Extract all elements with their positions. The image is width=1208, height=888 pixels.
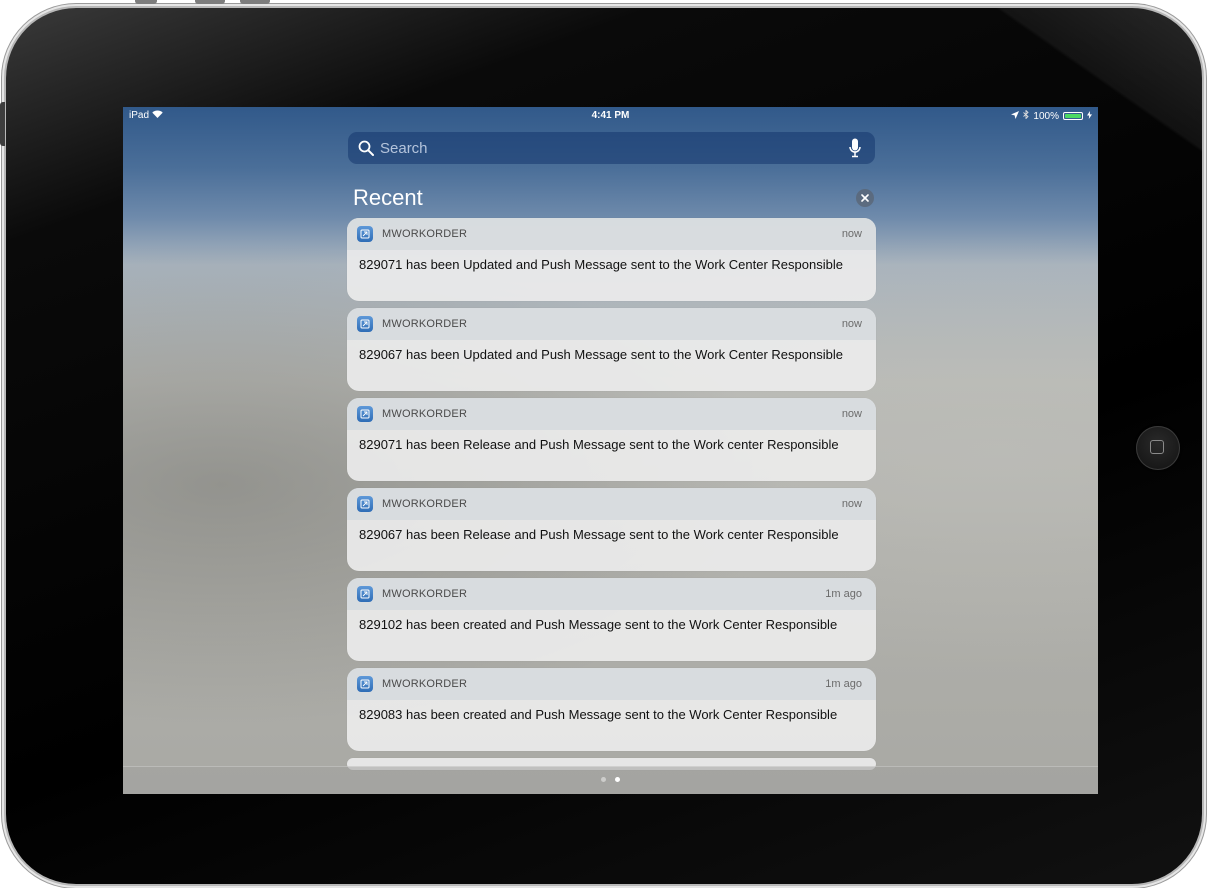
app-name: MWORKORDER — [382, 228, 468, 240]
clear-notifications-button[interactable] — [856, 189, 874, 207]
recent-section-title: Recent — [353, 185, 423, 210]
app-icon — [357, 406, 373, 422]
notification-card[interactable]: MWORKORDER now 829067 has been Release a… — [347, 488, 876, 571]
notification-message: 829083 has been created and Push Message… — [359, 707, 838, 722]
notification-time: now — [841, 318, 862, 330]
volume-button — [135, 0, 157, 4]
charging-bolt-icon — [1087, 110, 1092, 122]
notification-message: 829067 has been Updated and Push Message… — [359, 347, 843, 362]
app-icon — [357, 586, 373, 602]
status-right: 100% — [1011, 109, 1092, 122]
battery-percent: 100% — [1033, 110, 1059, 122]
app-icon — [357, 496, 373, 512]
app-name: MWORKORDER — [382, 588, 468, 600]
page-dot[interactable] — [615, 777, 620, 782]
notification-time: now — [841, 408, 862, 420]
search-input[interactable]: Search — [380, 140, 845, 157]
battery-icon — [1063, 112, 1083, 120]
notification-header: MWORKORDER 1m ago — [347, 578, 876, 610]
notification-message: 829071 has been Updated and Push Message… — [359, 257, 843, 272]
page-dots[interactable] — [123, 777, 1098, 782]
app-name: MWORKORDER — [382, 498, 468, 510]
notification-header: MWORKORDER now — [347, 488, 876, 520]
notification-header: MWORKORDER now — [347, 218, 876, 250]
notification-message: 829102 has been created and Push Message… — [359, 617, 838, 632]
bluetooth-icon — [1023, 109, 1030, 122]
app-name: MWORKORDER — [382, 408, 468, 420]
notification-card[interactable]: MWORKORDER now 829071 has been Updated a… — [347, 218, 876, 301]
notification-card[interactable]: MWORKORDER 1m ago 829102 has been create… — [347, 578, 876, 661]
notification-header: MWORKORDER now — [347, 308, 876, 340]
app-icon — [357, 226, 373, 242]
notification-message: 829071 has been Release and Push Message… — [359, 437, 839, 452]
close-icon — [861, 194, 869, 202]
battery-level — [1065, 114, 1081, 118]
notification-card[interactable]: MWORKORDER now 829071 has been Release a… — [347, 398, 876, 481]
status-bar: iPad 4:41 PM 100% — [123, 107, 1098, 125]
status-time: 4:41 PM — [591, 110, 630, 121]
notification-message: 829067 has been Release and Push Message… — [359, 527, 839, 542]
search-bar[interactable]: Search — [348, 132, 875, 164]
page-indicator-bar — [123, 766, 1098, 794]
notification-list: MWORKORDER now 829071 has been Updated a… — [347, 218, 876, 777]
location-arrow-icon — [1011, 110, 1020, 122]
app-name: MWORKORDER — [382, 678, 468, 690]
notification-center-screen: iPad 4:41 PM 100% Search Recent MWORKORD… — [123, 107, 1098, 794]
mute-switch — [0, 102, 5, 146]
page-dot[interactable] — [601, 777, 606, 782]
notification-header: MWORKORDER now — [347, 398, 876, 430]
notification-time: 1m ago — [825, 678, 862, 690]
notification-time: 1m ago — [825, 588, 862, 600]
home-button[interactable] — [1136, 426, 1180, 470]
app-icon — [357, 676, 373, 692]
notification-header: MWORKORDER 1m ago — [347, 668, 876, 700]
volume-button — [195, 0, 225, 4]
home-square-icon — [1150, 440, 1164, 454]
app-name: MWORKORDER — [382, 318, 468, 330]
microphone-icon[interactable] — [845, 137, 865, 159]
notification-card[interactable]: MWORKORDER now 829067 has been Updated a… — [347, 308, 876, 391]
power-button — [240, 0, 270, 4]
app-icon — [357, 316, 373, 332]
notification-time: now — [841, 498, 862, 510]
notification-time: now — [841, 228, 862, 240]
notification-card[interactable]: MWORKORDER 1m ago 829083 has been create… — [347, 668, 876, 751]
search-icon — [356, 138, 376, 158]
